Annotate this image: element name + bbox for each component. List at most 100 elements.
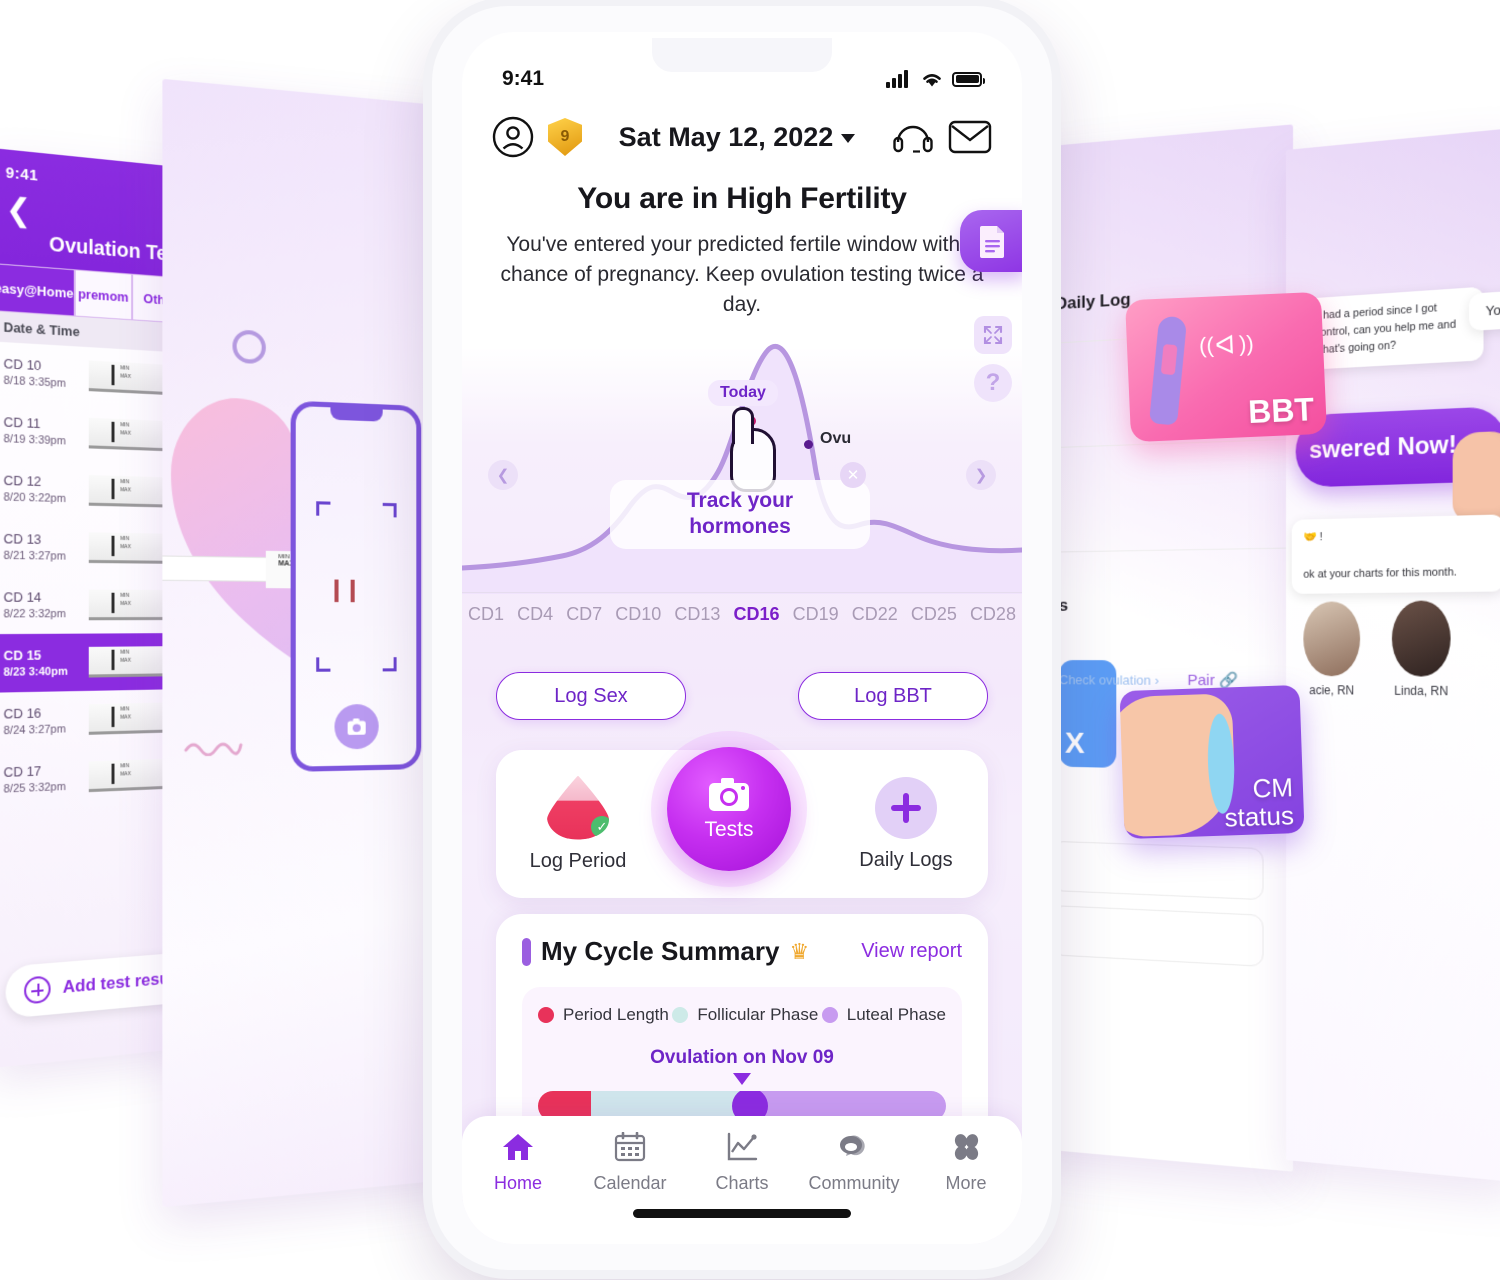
legend-item-follicular: Follicular Phase <box>672 1005 818 1025</box>
bluetooth-icon: ᐊ <box>1214 329 1236 361</box>
log-period-action[interactable]: ✓ Log Period <box>503 776 653 873</box>
table-row[interactable]: CD 12 8/20 3:22pm MIN MAX <box>0 459 188 521</box>
row-cd-label: CD 15 <box>3 647 42 664</box>
row-datetime: 8/18 3:35pm <box>3 374 66 390</box>
chat-answer-excerpt: ! <box>1319 531 1323 544</box>
axis-tick: CD25 <box>910 604 957 624</box>
table-row[interactable]: CD 10 8/18 3:35pm MIN MAX <box>0 341 188 409</box>
axis-tick: CD10 <box>615 604 662 624</box>
row-cd-label: CD 17 <box>3 763 42 781</box>
table-row[interactable]: CD 17 8/25 3:32pm MIN MAX <box>0 745 188 810</box>
ovulation-date-label: Ovulation on Nov 09 <box>650 1047 834 1068</box>
bbt-promo-card: (( ᐊ )) BBT <box>1124 291 1328 443</box>
chat-answer-bubble: 🤝 ! ok at your charts for this month. <box>1291 514 1500 595</box>
hormone-chart[interactable]: Today Ovu Track your hormones ❮ ❯ ✕ <box>462 332 1022 604</box>
log-bbt-button[interactable]: Log BBT <box>798 672 988 720</box>
pointing-hand-icon <box>1452 430 1500 522</box>
report-button[interactable] <box>960 210 1022 272</box>
row-datetime: 8/24 3:27pm <box>3 723 66 738</box>
nurse-profile[interactable]: Linda, RN <box>1391 600 1451 698</box>
wifi-icon <box>923 74 941 87</box>
profile-avatar-icon[interactable] <box>492 116 534 158</box>
daily-log-placeholder-card <box>1051 905 1264 967</box>
app-bar: 9 Sat May 12, 2022 <box>462 106 1022 168</box>
ovulation-caret-icon <box>733 1073 751 1085</box>
log-sex-button[interactable]: Log Sex <box>496 672 686 720</box>
table-row-selected[interactable]: CD 15 8/23 3:40pm MIN MAX <box>0 633 188 693</box>
plus-circle-icon <box>24 975 51 1005</box>
row-cd-label: CD 11 <box>3 414 41 432</box>
nurse-name: acie, RN <box>1309 683 1355 698</box>
row-datetime: 8/21 3:27pm <box>3 549 66 563</box>
avatar <box>1391 600 1451 677</box>
bottom-tab-bar: Home Calendar Charts Community More <box>462 1116 1022 1244</box>
date-selector[interactable]: Sat May 12, 2022 <box>596 122 878 153</box>
tab-home[interactable]: Home <box>462 1132 574 1194</box>
check-badge-icon: ✓ <box>591 816 613 838</box>
chat-question-bubble: 't had a period since I got control, can… <box>1303 286 1484 371</box>
cellular-bars-icon <box>886 70 908 88</box>
calendar-icon <box>614 1131 646 1162</box>
tests-fab-button[interactable]: Tests <box>667 747 791 871</box>
log-buttons-row: Log Sex Log BBT <box>462 672 1022 728</box>
table-row[interactable]: CD 11 8/19 3:39pm MIN MAX <box>0 400 188 465</box>
log-period-label: Log Period <box>529 849 627 872</box>
table-row[interactable]: CD 16 8/24 3:27pm MIN MAX <box>0 689 188 751</box>
row-datetime: 8/20 3:22pm <box>3 491 66 506</box>
home-indicator[interactable] <box>633 1209 851 1218</box>
axis-tick: CD13 <box>674 604 721 624</box>
chevron-down-icon <box>841 133 856 143</box>
tab-community[interactable]: Community <box>798 1132 910 1194</box>
chevron-right-icon[interactable]: ❯ <box>966 460 996 490</box>
battery-icon <box>952 71 985 87</box>
cycle-summary-title: My Cycle Summary <box>541 936 780 966</box>
crown-icon: ♛ <box>789 938 810 964</box>
headset-icon[interactable] <box>892 118 934 156</box>
legend-item-luteal: Luteal Phase <box>821 1005 946 1025</box>
left-panel-header: 9:41 ❮ Ovulation Test <box>0 148 188 278</box>
background-panel-community-chat: 't had a period since I got control, can… <box>1286 127 1500 1183</box>
add-test-result-button[interactable]: Add test result <box>5 946 188 1019</box>
brand-tab-easyathome[interactable]: easy@Home <box>0 263 75 317</box>
bluetooth-signal-right-arc: )) <box>1238 330 1255 357</box>
table-row[interactable]: CD 13 8/21 3:27pm MIN MAX <box>0 517 188 577</box>
envelope-icon[interactable] <box>948 119 992 155</box>
background-panel-scanner-illustration: MIN MAX easy@Home LH easy@Home LH easy@H… <box>162 78 468 1208</box>
handshake-emoji-icon: 🤝 <box>1303 531 1317 544</box>
row-cd-label: CD 10 <box>3 355 42 374</box>
scan-corner-icon <box>382 657 397 672</box>
avatar <box>1303 601 1361 677</box>
plus-circle-icon <box>875 776 937 839</box>
tab-label: Community <box>808 1173 900 1193</box>
tests-action[interactable]: Tests <box>667 747 817 871</box>
tab-label: Charts <box>715 1173 769 1193</box>
chart-x-axis: CD1 CD4 CD7 CD10 CD13 CD16 CD19 CD22 CD2… <box>462 592 1022 636</box>
chat-bubbles-icon <box>840 1135 865 1156</box>
reward-badge[interactable]: 9 <box>548 118 582 156</box>
phone-mockup: 9:41 9 Sat May 12, 2022 You are in High … <box>432 6 1052 1270</box>
close-circle-icon[interactable]: ✕ <box>840 462 866 488</box>
line-chart-icon <box>727 1132 758 1161</box>
tab-more[interactable]: More <box>910 1132 1022 1194</box>
brand-tab-premom[interactable]: premom <box>74 269 132 321</box>
cm-card-label: CM status <box>1224 772 1295 833</box>
tests-label: Tests <box>704 818 754 841</box>
scan-corner-icon <box>382 502 397 518</box>
daily-logs-action[interactable]: Daily Logs <box>831 776 981 872</box>
axis-tick: CD28 <box>969 604 1016 624</box>
tab-calendar[interactable]: Calendar <box>574 1131 686 1194</box>
view-report-link[interactable]: View report <box>861 940 962 963</box>
check-ovulation-link[interactable]: Check ovulation › <box>1059 672 1159 688</box>
background-panel-daily-log: Daily Log Tests X Check ovulation › Pair… <box>1028 124 1294 1172</box>
chevron-left-icon[interactable]: ❮ <box>488 460 518 490</box>
back-icon[interactable]: ❮ <box>6 192 177 240</box>
tab-charts[interactable]: Charts <box>686 1132 798 1194</box>
phone-notch <box>330 405 383 422</box>
row-datetime: 8/22 3:32pm <box>3 608 66 621</box>
left-panel-status-time: 9:41 <box>5 163 39 185</box>
chevron-right-icon: › <box>1154 672 1159 688</box>
nurse-profile[interactable]: acie, RN <box>1303 601 1361 698</box>
axis-tick: CD22 <box>851 604 898 624</box>
table-row[interactable]: CD 14 8/22 3:32pm MIN MAX <box>0 576 188 635</box>
status-time: 9:41 <box>502 67 545 90</box>
